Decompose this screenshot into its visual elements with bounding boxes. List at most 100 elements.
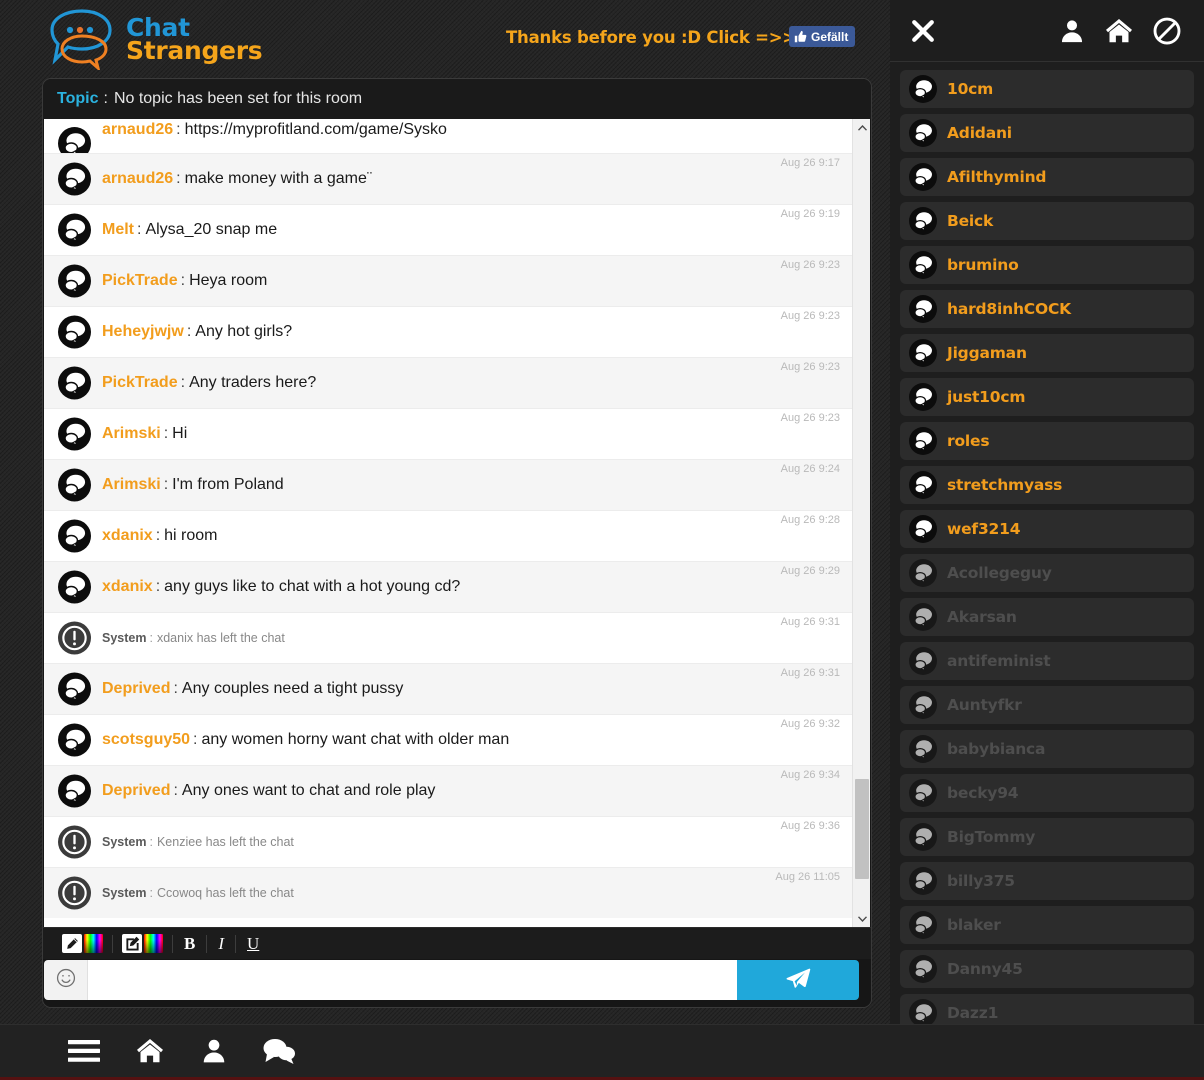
- message-author[interactable]: Arimski: [102, 476, 161, 493]
- user-avatar-icon: [909, 867, 937, 895]
- message-author[interactable]: PickTrade: [102, 272, 178, 289]
- message-timestamp: Aug 26 9:29: [780, 565, 840, 577]
- user-list-item[interactable]: becky94: [900, 774, 1194, 812]
- user-name-label: Danny45: [947, 960, 1023, 978]
- message-separator: :: [149, 886, 153, 900]
- message-body: scotsguy50: any women horny want chat wit…: [102, 731, 509, 749]
- user-list-item[interactable]: antifeminist: [900, 642, 1194, 680]
- user-list-item[interactable]: Dazz1: [900, 994, 1194, 1024]
- pencil-icon[interactable]: [62, 934, 82, 953]
- user-avatar-icon: [909, 119, 937, 147]
- user-avatar-icon: [58, 417, 91, 451]
- user-list-item[interactable]: Afilthymind: [900, 158, 1194, 196]
- user-avatar-icon: [909, 295, 937, 323]
- user-list-item[interactable]: billy375: [900, 862, 1194, 900]
- message-body: Heheyjwjw: Any hot girls?: [102, 323, 292, 341]
- user-list-item[interactable]: wef3214: [900, 510, 1194, 548]
- message-timestamp: Aug 26 9:31: [780, 667, 840, 679]
- message-body: Arimski: I'm from Poland: [102, 476, 284, 494]
- close-icon[interactable]: [908, 16, 938, 46]
- user-list-item[interactable]: 10cm: [900, 70, 1194, 108]
- user-profile-icon[interactable]: [1058, 17, 1086, 45]
- chat-message: Aug 26 9:31 System: xdanix has left the ch…: [44, 612, 852, 663]
- online-user-list[interactable]: 10cm Adidani Afilthymind Beick brumino hard8i…: [890, 62, 1204, 1024]
- user-list-item[interactable]: babybianca: [900, 730, 1194, 768]
- user-list-item[interactable]: roles: [900, 422, 1194, 460]
- message-author[interactable]: xdanix: [102, 527, 153, 544]
- message-timestamp: Aug 26 9:23: [780, 412, 840, 424]
- system-alert-icon: [58, 876, 91, 910]
- underline-button[interactable]: U: [236, 935, 270, 952]
- user-avatar-icon: [58, 366, 91, 400]
- sidebar-actions: [1058, 16, 1182, 46]
- message-body: PickTrade: Heya room: [102, 272, 267, 290]
- scroll-down-arrow-icon[interactable]: [853, 910, 870, 927]
- background-color-swatch[interactable]: [144, 934, 163, 953]
- thumbs-up-icon: [794, 30, 807, 43]
- site-logo[interactable]: Chat Strangers: [44, 8, 263, 73]
- message-author[interactable]: scotsguy50: [102, 731, 190, 748]
- home-nav-icon[interactable]: [134, 1036, 166, 1066]
- message-author[interactable]: xdanix: [102, 578, 153, 595]
- message-body: Melt: Alysa_20 snap me: [102, 221, 277, 239]
- user-name-label: becky94: [947, 784, 1019, 802]
- scrollbar-thumb[interactable]: [855, 779, 869, 879]
- profile-nav-icon[interactable]: [200, 1036, 228, 1066]
- chat-message: Aug 26 9:17 arnaud26: make money with a ga…: [44, 153, 852, 204]
- facebook-like-button[interactable]: Gefällt: [789, 26, 856, 47]
- user-list-item[interactable]: stretchmyass: [900, 466, 1194, 504]
- message-author[interactable]: arnaud26: [102, 121, 173, 138]
- message-list[interactable]: arnaud26: https://myprofitland.com/game/S…: [44, 119, 852, 927]
- message-input[interactable]: [88, 960, 737, 1000]
- message-author[interactable]: Deprived: [102, 680, 170, 697]
- message-body: arnaud26: make money with a game¨: [102, 170, 372, 188]
- chat-nav-icon[interactable]: [262, 1036, 296, 1066]
- message-timestamp: Aug 26 9:17: [780, 157, 840, 169]
- emoji-picker-button[interactable]: [44, 960, 88, 1000]
- user-list-item[interactable]: hard8inhCOCK: [900, 290, 1194, 328]
- home-icon[interactable]: [1104, 16, 1134, 46]
- message-text: Kenziee has left the chat: [156, 835, 294, 849]
- user-list-item[interactable]: Auntyfkr: [900, 686, 1194, 724]
- text-color-swatch[interactable]: [84, 934, 103, 953]
- user-name-label: Beick: [947, 212, 994, 230]
- menu-icon[interactable]: [68, 1038, 100, 1064]
- bold-button[interactable]: B: [173, 935, 206, 952]
- user-list-item[interactable]: Adidani: [900, 114, 1194, 152]
- user-list-item[interactable]: Akarsan: [900, 598, 1194, 636]
- user-name-label: Dazz1: [947, 1004, 999, 1022]
- user-list-item[interactable]: Danny45: [900, 950, 1194, 988]
- message-body: System: xdanix has left the chat: [102, 631, 285, 645]
- italic-button[interactable]: I: [207, 935, 235, 952]
- message-body: arnaud26: https://myprofitland.com/game/S…: [102, 121, 447, 139]
- user-list-item[interactable]: BigTommy: [900, 818, 1194, 856]
- message-author[interactable]: PickTrade: [102, 374, 178, 391]
- format-toolbar: B I U: [43, 927, 871, 959]
- edit-box-icon[interactable]: [122, 934, 142, 953]
- message-author[interactable]: Melt: [102, 221, 134, 238]
- chat-message: Aug 26 9:24 Arimski: I'm from Poland: [44, 459, 852, 510]
- scroll-up-arrow-icon[interactable]: [853, 119, 870, 136]
- message-author[interactable]: Deprived: [102, 782, 170, 799]
- user-avatar-icon: [58, 468, 91, 502]
- chat-panel: Topic : No topic has been set for this r…: [42, 78, 872, 1008]
- message-author[interactable]: Heheyjwjw: [102, 323, 184, 340]
- topic-separator: :: [103, 90, 108, 107]
- user-list-item[interactable]: Acollegeguy: [900, 554, 1194, 592]
- user-avatar-icon: [909, 339, 937, 367]
- speech-bubbles-logo-icon: [44, 8, 124, 73]
- user-list-item[interactable]: brumino: [900, 246, 1194, 284]
- messages-scrollbar[interactable]: [852, 119, 870, 927]
- user-list-item[interactable]: Jiggaman: [900, 334, 1194, 372]
- message-author: System: [102, 886, 147, 900]
- message-author[interactable]: Arimski: [102, 425, 161, 442]
- promo-text: Thanks before you :D Click =>>: [506, 28, 797, 47]
- user-list-item[interactable]: blaker: [900, 906, 1194, 944]
- message-author[interactable]: arnaud26: [102, 170, 173, 187]
- send-button[interactable]: [737, 960, 859, 1000]
- user-avatar-icon: [909, 383, 937, 411]
- user-avatar-icon: [909, 999, 937, 1024]
- user-list-item[interactable]: just10cm: [900, 378, 1194, 416]
- user-list-item[interactable]: Beick: [900, 202, 1194, 240]
- block-icon[interactable]: [1152, 16, 1182, 46]
